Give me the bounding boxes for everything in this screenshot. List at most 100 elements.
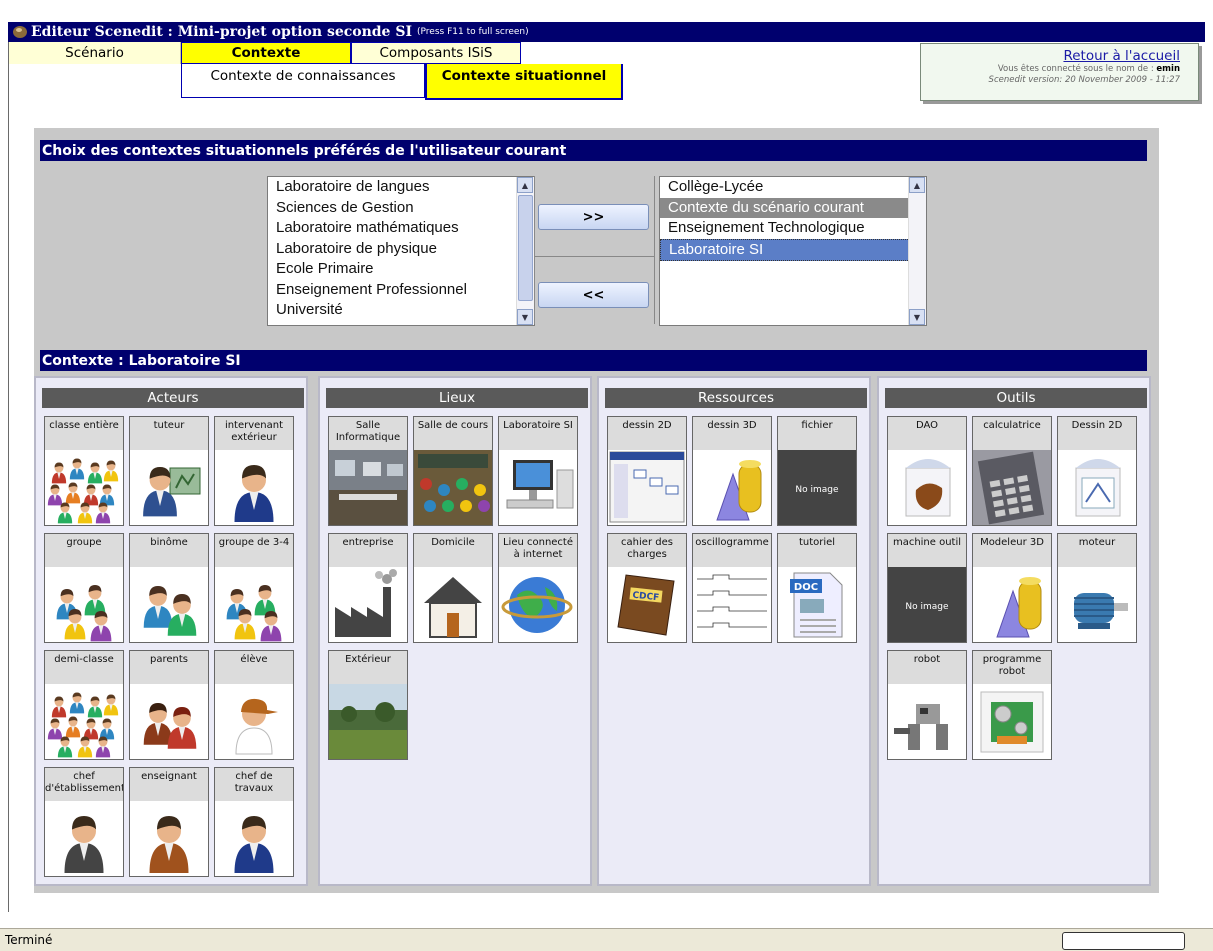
context-item-label: calculatrice	[983, 420, 1041, 431]
scroll-thumb[interactable]	[518, 195, 533, 301]
context-item-card[interactable]: classe entière	[44, 416, 124, 526]
selected-contexts-list[interactable]: Collège-Lycée Contexte du scénario couran…	[659, 176, 927, 326]
context-item-card[interactable]: Salle de cours	[413, 416, 493, 526]
context-item-card[interactable]: Extérieur	[328, 650, 408, 760]
context-item-image: No image	[778, 450, 856, 525]
context-item-image	[130, 567, 208, 642]
list-option[interactable]: Enseignement Professionnel	[268, 280, 534, 301]
context-item-card[interactable]: dessin 2D	[607, 416, 687, 526]
context-item-label: groupe	[66, 537, 102, 548]
context-item-label: oscillogramme	[695, 537, 769, 548]
subtab-contexte-connaissances[interactable]: Contexte de connaissances	[181, 64, 425, 98]
context-item-label: robot	[913, 654, 941, 665]
scroll-up-icon[interactable]: ▲	[909, 177, 925, 193]
available-contexts-list[interactable]: Laboratoire de langues Sciences de Gestio…	[267, 176, 535, 326]
list-scrollbar[interactable]: ▲ ▼	[516, 177, 534, 325]
list-option[interactable]: Laboratoire de physique	[268, 239, 534, 260]
context-item-image	[414, 567, 492, 642]
context-item-card[interactable]: parents	[129, 650, 209, 760]
context-item-card[interactable]: binôme	[129, 533, 209, 643]
list-option[interactable]: Laboratoire de langues	[268, 177, 534, 198]
context-item-card[interactable]: tutoriel DOC	[777, 533, 857, 643]
context-item-label: demi-classe	[54, 654, 114, 665]
context-item-card[interactable]: demi-classe	[44, 650, 124, 760]
list-option[interactable]: Laboratoire mathématiques	[268, 218, 534, 239]
list-option[interactable]: Enseignement Technologique	[660, 218, 926, 239]
frame-border	[8, 42, 9, 912]
context-item-image	[1058, 567, 1136, 642]
context-item-image	[888, 450, 966, 525]
column-outils: Outils DAO calculatrice Dessin 2D machine ou…	[877, 376, 1151, 886]
list-option[interactable]: Collège-Lycée	[660, 177, 926, 198]
list-option[interactable]: Ecole Primaire	[268, 259, 534, 280]
context-item-label: Salle de cours	[417, 420, 489, 431]
context-item-image	[608, 450, 686, 525]
context-item-image	[693, 450, 771, 525]
context-item-card[interactable]: programme robot	[972, 650, 1052, 760]
context-item-card[interactable]: calculatrice	[972, 416, 1052, 526]
context-title: Contexte : Laboratoire SI	[40, 350, 1147, 371]
list-option[interactable]: Sciences de Gestion	[268, 198, 534, 219]
remove-context-button[interactable]: <<	[538, 282, 649, 308]
context-item-card[interactable]: entreprise	[328, 533, 408, 643]
context-item-card[interactable]: élève	[214, 650, 294, 760]
context-item-label: Modeleur 3D	[980, 537, 1044, 548]
context-item-card[interactable]: robot	[887, 650, 967, 760]
context-item-label: entreprise	[342, 537, 394, 548]
context-item-label: chef de travaux	[234, 771, 274, 794]
context-item-card[interactable]: cahier des charges CDCF	[607, 533, 687, 643]
context-item-card[interactable]: Salle Informatique	[328, 416, 408, 526]
context-item-image	[130, 450, 208, 525]
context-item-image	[329, 450, 407, 525]
context-item-card[interactable]: chef d'établissement	[44, 767, 124, 877]
tab-scenario[interactable]: Scénario	[9, 42, 181, 64]
home-link[interactable]: Retour à l'accueil	[921, 48, 1180, 64]
context-item-label: parents	[150, 654, 188, 665]
subtab-contexte-situationnel[interactable]: Contexte situationnel	[425, 64, 623, 100]
context-item-card[interactable]: enseignant	[129, 767, 209, 877]
context-item-card[interactable]: intervenant extérieur	[214, 416, 294, 526]
list-scrollbar[interactable]: ▲ ▼	[908, 177, 926, 325]
list-option[interactable]: Contexte du scénario courant	[660, 197, 926, 218]
list-option[interactable]: Université	[268, 300, 534, 321]
context-item-image	[499, 450, 577, 525]
context-item-card[interactable]: groupe de 3-4	[214, 533, 294, 643]
svg-text:DOC: DOC	[794, 582, 818, 593]
context-item-label: élève	[240, 654, 268, 665]
add-context-button[interactable]: >>	[538, 204, 649, 230]
scroll-down-icon[interactable]: ▼	[517, 309, 533, 325]
context-item-card[interactable]: Dessin 2D	[1057, 416, 1137, 526]
context-item-image	[130, 684, 208, 759]
context-item-label: Extérieur	[345, 654, 391, 665]
context-item-card[interactable]: oscillogramme	[692, 533, 772, 643]
context-item-card[interactable]: Modeleur 3D	[972, 533, 1052, 643]
tab-contexte[interactable]: Contexte	[181, 42, 351, 64]
context-item-image	[973, 450, 1051, 525]
tab-composants[interactable]: Composants ISiS	[351, 42, 521, 64]
divider	[534, 176, 535, 324]
context-item-card[interactable]: fichier No image	[777, 416, 857, 526]
context-item-card[interactable]: tuteur	[129, 416, 209, 526]
context-item-card[interactable]: Laboratoire SI	[498, 416, 578, 526]
context-item-label: tuteur	[153, 420, 185, 431]
fullscreen-hint: (Press F11 to full screen)	[417, 27, 529, 37]
context-item-image: No image	[888, 567, 966, 642]
column-ressources: Ressources dessin 2D dessin 3D fichier No im…	[597, 376, 871, 886]
context-item-label: Laboratoire SI	[503, 420, 573, 431]
context-item-card[interactable]: machine outil No image	[887, 533, 967, 643]
scroll-up-icon[interactable]: ▲	[517, 177, 533, 193]
context-item-image	[45, 801, 123, 876]
context-item-image	[215, 801, 293, 876]
context-item-card[interactable]: DAO	[887, 416, 967, 526]
context-item-card[interactable]: Lieu connecté à internet	[498, 533, 578, 643]
app-icon	[13, 26, 27, 38]
list-option[interactable]: Laboratoire SI	[660, 238, 926, 261]
context-item-card[interactable]: chef de travaux	[214, 767, 294, 877]
scroll-down-icon[interactable]: ▼	[909, 309, 925, 325]
context-item-card[interactable]: moteur	[1057, 533, 1137, 643]
main-panel: Choix des contextes situationnels préfér…	[34, 128, 1159, 893]
context-item-card[interactable]: dessin 3D	[692, 416, 772, 526]
context-item-card[interactable]: groupe	[44, 533, 124, 643]
context-item-card[interactable]: Domicile	[413, 533, 493, 643]
context-item-image	[693, 567, 771, 642]
